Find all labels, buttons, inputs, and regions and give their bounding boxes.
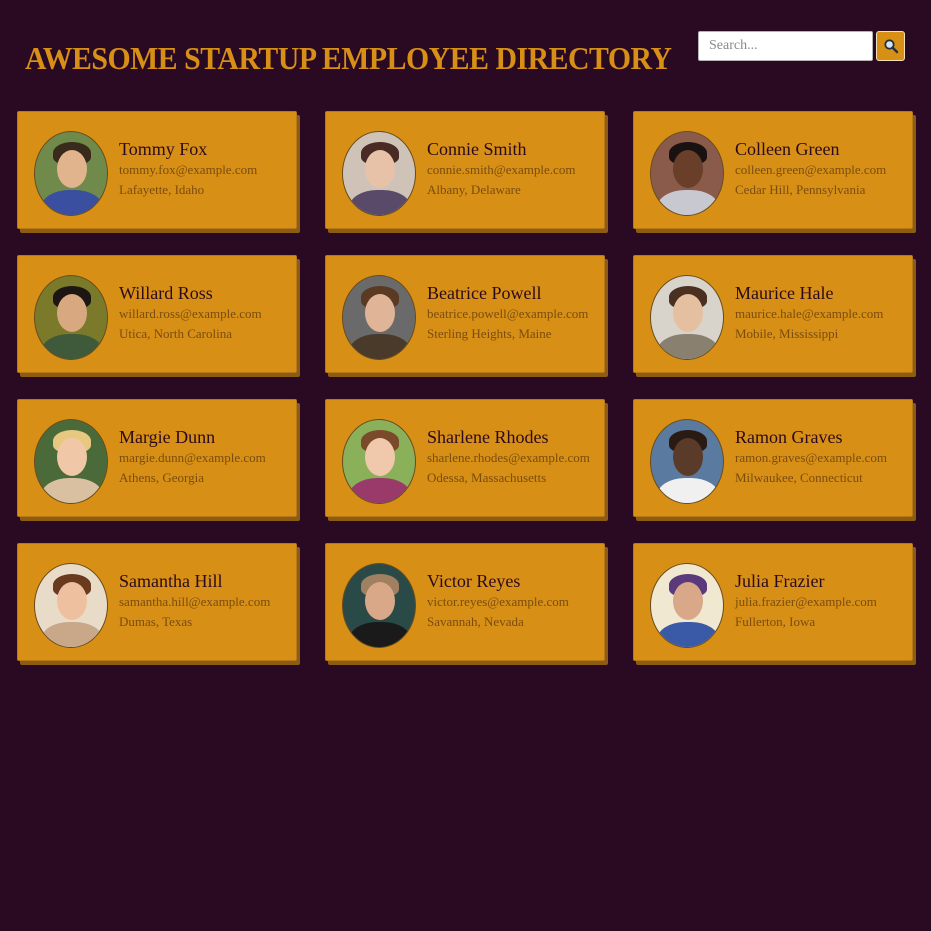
page-title: AWESOME STARTUP EMPLOYEE DIRECTORY <box>25 40 672 76</box>
employee-location: Fullerton, Iowa <box>735 614 816 629</box>
employee-location: Odessa, Massachusetts <box>427 470 547 485</box>
employee-info: Maurice Hale maurice.hale@example.com Mo… <box>735 282 883 344</box>
employee-info: Tommy Fox tommy.fox@example.com Lafayett… <box>119 138 257 200</box>
employee-name: Willard Ross <box>119 283 213 303</box>
employee-name: Julia Frazier <box>735 571 825 591</box>
avatar <box>34 563 108 648</box>
employee-email: beatrice.powell@example.com <box>427 306 589 321</box>
employee-card[interactable]: Beatrice Powell beatrice.powell@example.… <box>325 255 605 373</box>
employee-email: willard.ross@example.com <box>119 306 262 321</box>
employee-name: Margie Dunn <box>119 427 216 447</box>
employee-info: Beatrice Powell beatrice.powell@example.… <box>427 282 588 344</box>
employee-email: tommy.fox@example.com <box>119 162 258 177</box>
page-header: AWESOME STARTUP EMPLOYEE DIRECTORY <box>0 0 931 100</box>
employee-info: Willard Ross willard.ross@example.com Ut… <box>119 282 262 344</box>
employee-card[interactable]: Samantha Hill samantha.hill@example.com … <box>17 543 297 661</box>
employee-info: Margie Dunn margie.dunn@example.com Athe… <box>119 426 266 488</box>
avatar <box>34 419 108 504</box>
employee-card[interactable]: Victor Reyes victor.reyes@example.com Sa… <box>325 543 605 661</box>
employee-card[interactable]: Tommy Fox tommy.fox@example.com Lafayett… <box>17 111 297 229</box>
employee-location: Albany, Delaware <box>427 182 521 197</box>
avatar <box>650 563 724 648</box>
avatar <box>34 131 108 216</box>
employee-location: Milwaukee, Connecticut <box>735 470 863 485</box>
employee-location: Savannah, Nevada <box>427 614 524 629</box>
employee-email: ramon.graves@example.com <box>735 450 888 465</box>
avatar <box>34 275 108 360</box>
magnifier-icon <box>883 39 898 54</box>
employee-location: Athens, Georgia <box>119 470 204 485</box>
employee-card[interactable]: Sharlene Rhodes sharlene.rhodes@example.… <box>325 399 605 517</box>
employee-name: Samantha Hill <box>119 571 223 591</box>
employee-card[interactable]: Willard Ross willard.ross@example.com Ut… <box>17 255 297 373</box>
employee-name: Colleen Green <box>735 139 840 159</box>
employee-info: Colleen Green colleen.green@example.com … <box>735 138 886 200</box>
search-button[interactable] <box>876 31 905 61</box>
employee-email: samantha.hill@example.com <box>119 594 271 609</box>
employee-info: Sharlene Rhodes sharlene.rhodes@example.… <box>427 426 590 488</box>
employee-name: Sharlene Rhodes <box>427 427 549 447</box>
employee-card[interactable]: Colleen Green colleen.green@example.com … <box>633 111 913 229</box>
avatar <box>342 275 416 360</box>
employee-name: Victor Reyes <box>427 571 521 591</box>
employee-location: Sterling Heights, Maine <box>427 326 552 341</box>
employee-info: Connie Smith connie.smith@example.com Al… <box>427 138 575 200</box>
employee-card[interactable]: Julia Frazier julia.frazier@example.com … <box>633 543 913 661</box>
employee-email: connie.smith@example.com <box>427 162 576 177</box>
employee-info: Ramon Graves ramon.graves@example.com Mi… <box>735 426 887 488</box>
employee-email: colleen.green@example.com <box>735 162 887 177</box>
avatar <box>342 131 416 216</box>
employee-location: Cedar Hill, Pennsylvania <box>735 182 866 197</box>
avatar <box>650 275 724 360</box>
employee-email: margie.dunn@example.com <box>119 450 266 465</box>
avatar <box>650 419 724 504</box>
employee-info: Julia Frazier julia.frazier@example.com … <box>735 570 877 632</box>
employee-name: Connie Smith <box>427 139 527 159</box>
employee-location: Lafayette, Idaho <box>119 182 205 197</box>
employee-card[interactable]: Ramon Graves ramon.graves@example.com Mi… <box>633 399 913 517</box>
employee-email: julia.frazier@example.com <box>735 594 877 609</box>
employee-email: maurice.hale@example.com <box>735 306 884 321</box>
employee-gallery: Tommy Fox tommy.fox@example.com Lafayett… <box>17 111 913 661</box>
avatar <box>342 563 416 648</box>
employee-card[interactable]: Connie Smith connie.smith@example.com Al… <box>325 111 605 229</box>
avatar <box>650 131 724 216</box>
employee-location: Utica, North Carolina <box>119 326 232 341</box>
employee-name: Ramon Graves <box>735 427 843 447</box>
avatar <box>342 419 416 504</box>
employee-location: Dumas, Texas <box>119 614 193 629</box>
employee-info: Victor Reyes victor.reyes@example.com Sa… <box>427 570 569 632</box>
employee-email: victor.reyes@example.com <box>427 594 569 609</box>
employee-card[interactable]: Margie Dunn margie.dunn@example.com Athe… <box>17 399 297 517</box>
employee-info: Samantha Hill samantha.hill@example.com … <box>119 570 270 632</box>
employee-location: Mobile, Mississippi <box>735 326 839 341</box>
employee-email: sharlene.rhodes@example.com <box>427 450 590 465</box>
employee-card[interactable]: Maurice Hale maurice.hale@example.com Mo… <box>633 255 913 373</box>
employee-name: Beatrice Powell <box>427 283 542 303</box>
employee-name: Tommy Fox <box>119 139 208 159</box>
employee-name: Maurice Hale <box>735 283 834 303</box>
search-input[interactable] <box>698 31 873 61</box>
